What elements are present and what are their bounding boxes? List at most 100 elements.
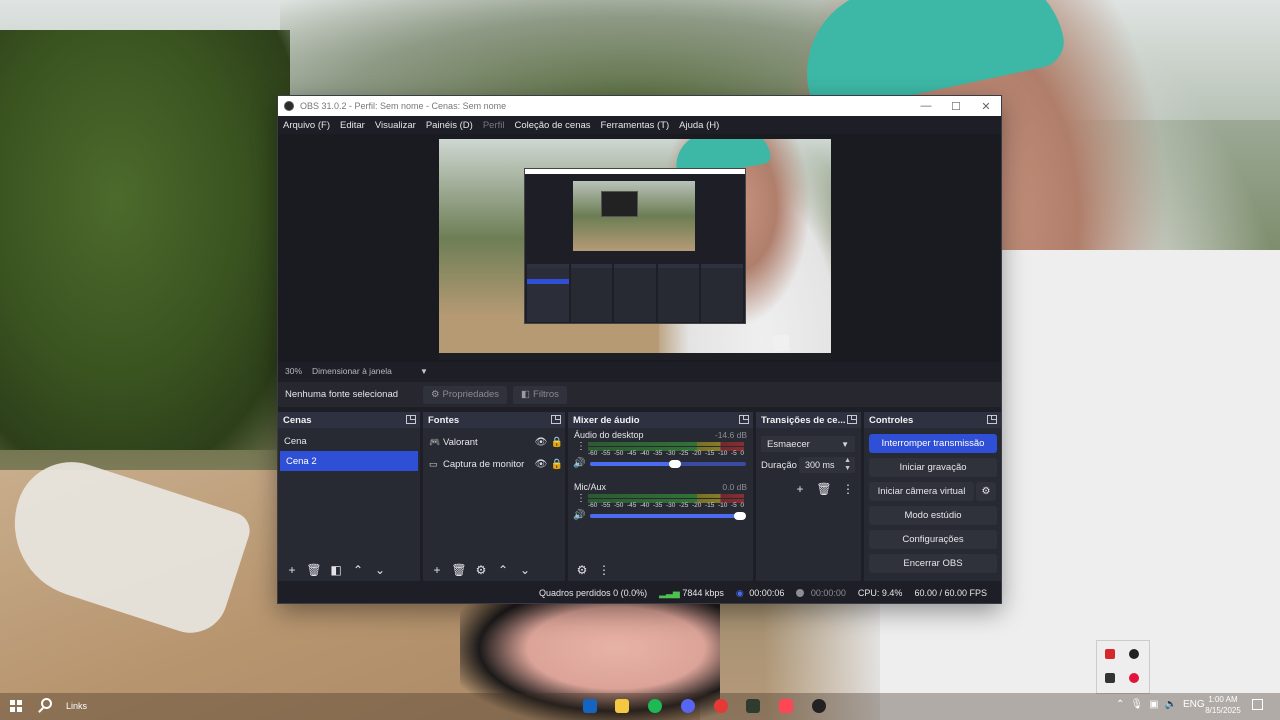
minimize-button[interactable]: — [911,100,941,112]
preview-nested-dock [527,264,569,322]
volume-slider[interactable] [590,512,746,520]
preview-nested-dock [701,264,743,322]
lock-icon[interactable]: 🔒 [549,459,565,470]
scenes-dock: Cenas Cena Cena 2 + 🗑 ◧ ⌃ ⌄ [278,412,420,581]
scale-tick: -50 [614,450,624,457]
kebab-menu-icon[interactable]: ⋮ [839,480,857,498]
menu-view[interactable]: Visualizar [375,120,416,131]
store-icon[interactable] [583,699,597,713]
tray-app-icon[interactable] [1129,673,1139,683]
trash-icon[interactable]: 🗑 [815,480,833,498]
search-icon[interactable] [41,698,52,709]
zoom-mode-select[interactable]: Dimensionar à janela [312,366,420,376]
duration-stepper[interactable]: 300 ms ▲ ▼ [799,457,855,473]
volume-icon[interactable]: 🔈 [1165,699,1177,710]
menu-docks[interactable]: Painéis (D) [426,120,473,131]
network-icon[interactable]: ▣ [1149,699,1158,710]
tray-app-icon[interactable] [1105,649,1115,659]
chevron-down-icon[interactable]: ⌄ [371,561,389,579]
title-bar[interactable]: OBS 31.0.2 - Perfil: Sem nome - Cenas: S… [278,96,1001,116]
bitrate-value: 7844 kbps [682,587,724,598]
undock-icon[interactable] [739,415,749,424]
filters-button[interactable]: ◧ Filtros [513,385,567,404]
undock-icon[interactable] [551,415,561,424]
speaker-icon[interactable]: 🔊 [573,510,585,521]
trash-icon[interactable]: 🗑 [305,561,323,579]
lock-icon[interactable]: 🔒 [549,437,565,448]
chevron-up-icon[interactable]: ⌃ [1116,699,1124,710]
system-tray-overflow-popup [1096,640,1150,694]
exit-obs-button[interactable]: Encerrar OBS [869,554,997,573]
spotify-icon[interactable] [648,699,662,713]
discord-icon[interactable] [681,699,695,713]
add-icon[interactable]: + [283,561,301,579]
eye-icon[interactable]: 👁 [533,437,549,448]
undock-icon[interactable] [987,415,997,424]
tray-app-icon[interactable] [1105,673,1115,683]
chrome-icon[interactable] [714,699,728,713]
notification-icon[interactable] [1252,699,1263,710]
scale-tick: -30 [666,450,676,457]
filter-icon[interactable]: ◧ [327,561,345,579]
volume-slider[interactable] [590,460,746,468]
terminal-icon[interactable] [746,699,760,713]
folder-icon[interactable] [615,699,629,713]
add-icon[interactable]: + [791,480,809,498]
undock-icon[interactable] [406,415,416,424]
links-toolbar[interactable]: Links [66,701,87,711]
audio-mixer-dock: Mixer de áudio Áudio do desktop -14.6 dB… [568,412,753,581]
sources-title: Fontes [428,414,460,426]
windows-start-icon[interactable] [10,700,22,712]
properties-button[interactable]: ⚙ Propriedades [423,385,508,404]
chevron-up-icon[interactable]: ⌃ [349,561,367,579]
start-virtual-camera-button[interactable]: Iniciar câmera virtual [869,482,974,501]
virtual-camera-gear-icon[interactable]: ⚙ [976,482,996,501]
undock-icon[interactable] [847,415,857,424]
live-status: ◉ 00:00:06 [736,588,784,599]
spin-arrows-icon[interactable]: ▲ ▼ [844,457,851,473]
menu-edit[interactable]: Editar [340,120,365,131]
source-item-valorant[interactable]: 🎮 Valorant 👁 🔒 [423,431,565,453]
kebab-menu-icon[interactable]: ⋮ [595,561,613,579]
menu-tools[interactable]: Ferramentas (T) [601,120,670,131]
gear-icon[interactable]: ⚙ [472,561,490,579]
volume-slider-handle[interactable] [669,460,681,468]
kebab-menu-icon[interactable]: ⋮ [576,493,586,504]
scene-item-cena[interactable]: Cena [278,431,420,451]
speaker-icon[interactable]: 🔊 [573,458,585,469]
clock[interactable]: 1:00 AM 8/15/2025 [1198,694,1248,716]
microphone-icon[interactable]: 🎙 [1130,699,1143,710]
controls-dock: Controles Interromper transmissão Inicia… [864,412,1001,581]
scene-item-cena-2[interactable]: Cena 2 [280,451,418,471]
eye-icon[interactable]: 👁 [533,459,549,470]
studio-mode-button[interactable]: Modo estúdio [869,506,997,525]
menu-profile[interactable]: Perfil [483,120,505,131]
start-recording-button[interactable]: Iniciar gravação [869,458,997,477]
menu-scene-collection[interactable]: Coleção de cenas [514,120,590,131]
close-button[interactable]: ✕ [971,100,1001,113]
menu-file[interactable]: Arquivo (F) [283,120,330,131]
settings-button[interactable]: Configurações [869,530,997,549]
source-item-captura-de-monitor[interactable]: ▭ Captura de monitor 👁 🔒 [423,453,565,475]
scale-tick: 0 [740,450,744,457]
menu-help[interactable]: Ajuda (H) [679,120,719,131]
maximize-button[interactable]: ☐ [941,100,971,113]
recording-time: 00:00:00 [810,588,846,598]
obs-tray-icon[interactable] [1129,649,1139,659]
add-icon[interactable]: + [428,561,446,579]
chevron-down-icon[interactable]: ⌄ [516,561,534,579]
signal-bars-icon: ▂▃▅ [659,587,680,598]
chevron-down-icon[interactable]: ▼ [420,367,428,376]
volume-slider-handle[interactable] [734,512,746,520]
advanced-audio-gear-icon[interactable]: ⚙ [573,561,591,579]
scale-tick: -10 [718,502,728,509]
chevron-up-icon[interactable]: ⌃ [494,561,512,579]
program-preview[interactable] [439,139,831,360]
scale-tick: -15 [705,502,715,509]
stop-streaming-button[interactable]: Interromper transmissão [869,434,997,453]
valorant-icon[interactable] [779,699,793,713]
obs-icon[interactable] [812,699,826,713]
trash-icon[interactable]: 🗑 [450,561,468,579]
transition-select[interactable]: Esmaecer ▼ [761,436,855,452]
kebab-menu-icon[interactable]: ⋮ [576,441,586,452]
